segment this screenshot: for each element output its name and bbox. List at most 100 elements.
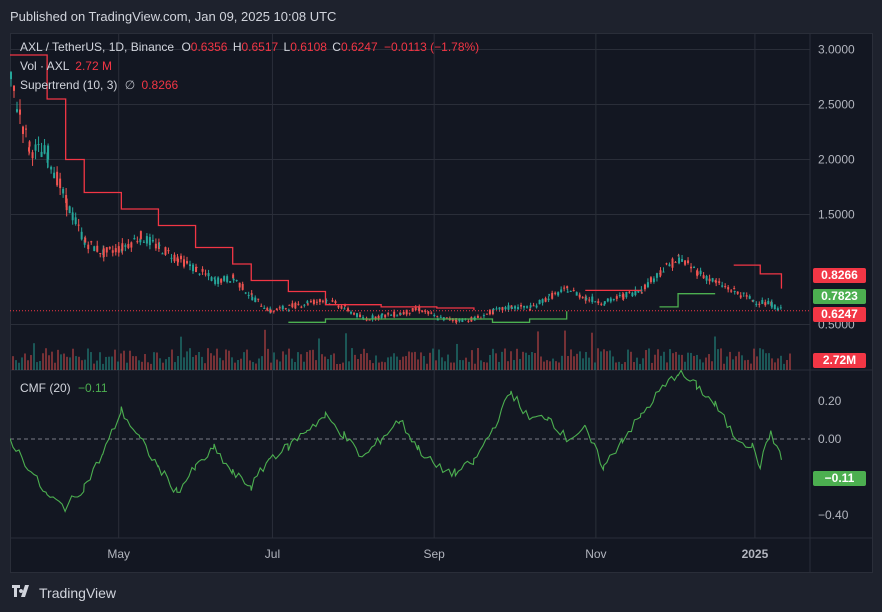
volume-bar bbox=[327, 359, 329, 370]
candle-body bbox=[387, 313, 390, 315]
candle-body bbox=[733, 288, 736, 290]
candle-body bbox=[588, 299, 591, 301]
candle-body bbox=[504, 307, 507, 310]
volume-bar bbox=[96, 360, 98, 370]
cmf-label[interactable]: CMF (20) bbox=[20, 381, 71, 395]
supertrend-green2-line bbox=[659, 293, 716, 308]
chart-svg[interactable]: 3.00002.50002.00001.50000.50000.400.200.… bbox=[10, 33, 873, 573]
tradingview-logo-icon[interactable] bbox=[12, 584, 34, 601]
volume-bar bbox=[786, 360, 788, 370]
volume-bar bbox=[366, 353, 368, 370]
volume-bar bbox=[423, 356, 425, 370]
volume-bar bbox=[234, 362, 236, 370]
volume-label[interactable]: Vol · AXL bbox=[20, 59, 69, 73]
candle-body bbox=[711, 278, 714, 282]
volume-bar bbox=[750, 363, 752, 370]
candle-body bbox=[288, 304, 291, 306]
candle-body bbox=[693, 267, 696, 269]
candle-body bbox=[603, 304, 606, 306]
volume-bar bbox=[537, 331, 539, 370]
candle-body bbox=[736, 291, 739, 294]
volume-bar bbox=[612, 356, 614, 370]
candle-body bbox=[108, 247, 111, 249]
candle-body bbox=[154, 243, 157, 249]
candle-body bbox=[220, 279, 223, 283]
volume-bar bbox=[123, 350, 125, 370]
volume-bar bbox=[456, 343, 458, 370]
candle-body bbox=[167, 250, 170, 252]
candle-body bbox=[569, 290, 572, 292]
candle-body bbox=[241, 283, 244, 290]
candle-body bbox=[615, 296, 618, 299]
volume-bar bbox=[336, 363, 338, 370]
volume-bar bbox=[198, 351, 200, 370]
candle-body bbox=[151, 240, 154, 242]
candle-body bbox=[755, 303, 758, 305]
candle-body bbox=[350, 311, 353, 314]
volume-bar bbox=[279, 361, 281, 370]
candle-body bbox=[214, 279, 217, 284]
volume-bar bbox=[306, 351, 308, 370]
candle-body bbox=[50, 166, 53, 170]
volume-bar bbox=[108, 356, 110, 370]
candle-body bbox=[390, 314, 393, 316]
candle-body bbox=[492, 308, 495, 311]
volume-bar bbox=[357, 359, 359, 370]
candle-body bbox=[455, 320, 458, 323]
volume-bar bbox=[114, 349, 116, 370]
candle-body bbox=[306, 303, 309, 305]
candle-body bbox=[121, 243, 124, 251]
supertrend-label[interactable]: Supertrend (10, 3) bbox=[20, 78, 117, 92]
volume-bar bbox=[405, 356, 407, 370]
candle-body bbox=[482, 315, 485, 317]
volume-bar bbox=[207, 348, 209, 370]
candle-body bbox=[643, 284, 646, 290]
volume-bar bbox=[246, 349, 248, 370]
candle-body bbox=[161, 253, 164, 255]
candle-body bbox=[291, 303, 294, 308]
candle-body bbox=[96, 245, 99, 252]
candle-body bbox=[485, 313, 488, 315]
volume-bar bbox=[516, 348, 518, 370]
volume-bar bbox=[84, 359, 86, 370]
volume-bar bbox=[81, 360, 83, 370]
volume-bar bbox=[237, 359, 239, 370]
volume-bar bbox=[747, 359, 749, 370]
candle-body bbox=[93, 246, 96, 251]
footer-brand[interactable]: TradingView bbox=[39, 585, 116, 601]
volume-bar bbox=[510, 351, 512, 370]
candle-body bbox=[652, 278, 655, 282]
volume-bar bbox=[444, 361, 446, 370]
volume-bar bbox=[69, 357, 71, 370]
candle-body bbox=[581, 297, 584, 299]
volume-bar bbox=[411, 352, 413, 370]
volume-bar bbox=[606, 351, 608, 370]
volume-bar bbox=[381, 361, 383, 370]
volume-bar bbox=[669, 349, 671, 370]
volume-bar bbox=[573, 356, 575, 370]
candle-body bbox=[65, 198, 68, 211]
supertrend-red-line bbox=[10, 54, 475, 311]
candle-body bbox=[655, 273, 658, 278]
candle-body bbox=[671, 258, 674, 268]
volume-bar bbox=[564, 330, 566, 370]
volume-bar bbox=[264, 329, 266, 370]
symbol-label[interactable]: AXL / TetherUS, 1D, Binance bbox=[20, 40, 174, 54]
volume-bar bbox=[627, 349, 629, 370]
volume-bar bbox=[651, 362, 653, 370]
volume-bar bbox=[654, 354, 656, 370]
volume-bar bbox=[57, 349, 59, 370]
volume-bar bbox=[138, 360, 140, 370]
volume-bar bbox=[675, 351, 677, 370]
volume-bar bbox=[258, 358, 260, 370]
volume-bar bbox=[513, 360, 515, 370]
volume-bar bbox=[657, 349, 659, 370]
time-tick-label: May bbox=[107, 547, 130, 561]
candle-body bbox=[674, 261, 677, 263]
volume-bar bbox=[276, 359, 278, 370]
volume-bar bbox=[780, 355, 782, 370]
volume-bar bbox=[369, 360, 371, 370]
candle-body bbox=[597, 301, 600, 303]
candle-body bbox=[461, 319, 464, 322]
candle-body bbox=[124, 245, 127, 247]
